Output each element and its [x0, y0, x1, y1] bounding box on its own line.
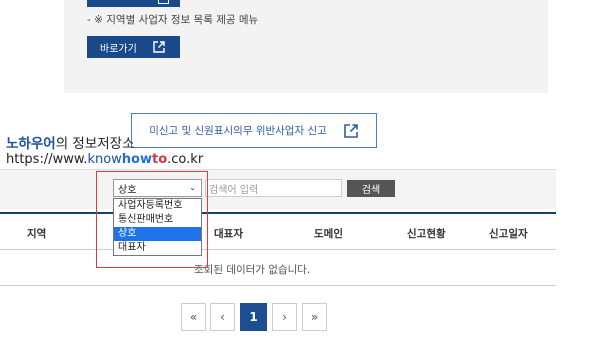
external-link-icon [343, 123, 358, 138]
go-button[interactable]: 바로가기 [87, 36, 180, 58]
column-domain: 도메인 [314, 228, 343, 240]
column-report-date: 신고일자 [489, 228, 528, 240]
go-button-label: 바로가기 [100, 43, 137, 55]
table-header: 지역 대표자 도메인 신고현황 신고일자 [0, 212, 556, 250]
url-suffix: .co.kr [167, 152, 204, 167]
table-divider [0, 285, 556, 286]
watermark-rest: 의 정보저장소 [55, 136, 135, 152]
url-to: to [152, 152, 168, 167]
page-next-button[interactable]: › [272, 303, 297, 331]
url-prefix: https://www. [6, 152, 88, 167]
watermark: 노하우어의 정보저장소 https://www.knowhowto.co.kr [6, 136, 203, 168]
search-button[interactable]: 검색 [347, 180, 395, 197]
watermark-url: https://www.knowhowto.co.kr [6, 152, 203, 168]
external-link-icon [158, 0, 169, 4]
region-list-note: - ※ 지역별 사업자 정보 목록 제공 메뉴 [87, 14, 259, 26]
watermark-brand: 노하우어 [6, 136, 56, 152]
empty-message: 조회된 데이터가 없습니다. [194, 264, 311, 276]
highlight-box [96, 171, 208, 268]
column-representative: 대표자 [214, 228, 243, 240]
page-prev-button[interactable]: ‹ [210, 303, 235, 331]
page-current-button[interactable]: 1 [240, 303, 267, 331]
page-last-button[interactable]: » [302, 303, 327, 331]
page-first-button[interactable]: « [181, 303, 206, 331]
url-know: know [87, 152, 122, 167]
column-region: 지역 [27, 228, 47, 240]
url-how: how [121, 152, 152, 167]
external-link-icon [153, 41, 165, 53]
search-input[interactable]: 검색어 입력 [205, 179, 342, 197]
search-placeholder: 검색어 입력 [209, 184, 259, 196]
column-report-status: 신고현황 [407, 228, 446, 240]
